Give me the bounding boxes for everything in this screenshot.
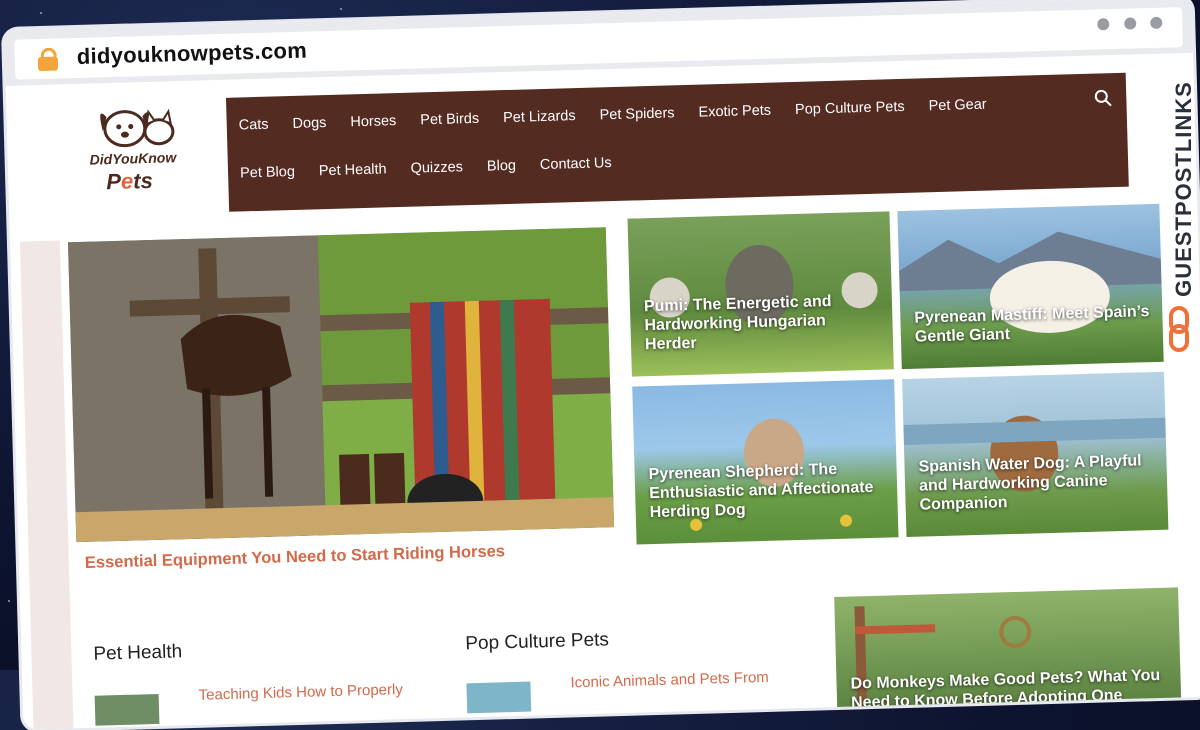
post-link[interactable]: Iconic Animals and Pets From xyxy=(570,669,769,692)
section-heading-pop-culture-pets: Pop Culture Pets xyxy=(465,629,610,655)
nav-item-pop-culture-pets[interactable]: Pop Culture Pets xyxy=(795,99,905,118)
url-text[interactable]: didyouknowpets.com xyxy=(76,38,307,70)
article-card[interactable]: Pyrenean Mastiff: Meet Spain’s Gentle Gi… xyxy=(897,203,1164,370)
pets-logo-icon xyxy=(100,108,175,148)
site-logo[interactable]: DidYouKnow Pets xyxy=(84,93,197,206)
featured-article-card[interactable]: Do Monkeys Make Good Pets? What You Need… xyxy=(834,587,1182,717)
window-dot-icon[interactable] xyxy=(1123,17,1136,30)
nav-item-pet-health[interactable]: Pet Health xyxy=(319,161,387,179)
article-card[interactable]: Pumi: The Energetic and Hardworking Hung… xyxy=(627,211,894,377)
nav-item-horses[interactable]: Horses xyxy=(350,113,396,130)
post-thumbnail[interactable] xyxy=(94,693,160,726)
nav-item-pet-birds[interactable]: Pet Birds xyxy=(420,111,479,129)
card-title[interactable]: Pumi: The Energetic and Hardworking Hung… xyxy=(644,291,881,355)
watermark: GUESTPOSTLINKS xyxy=(1164,56,1196,356)
nav-item-pet-lizards[interactable]: Pet Lizards xyxy=(503,108,576,126)
logo-letter: P xyxy=(105,168,122,195)
card-title[interactable]: Spanish Water Dog: A Playful and Hardwor… xyxy=(918,451,1155,515)
card-title[interactable]: Do Monkeys Make Good Pets? What You Need… xyxy=(850,666,1169,713)
hero-caption-link[interactable]: Essential Equipment You Need to Start Ri… xyxy=(85,542,506,573)
nav-item-pet-gear[interactable]: Pet Gear xyxy=(928,97,986,115)
nav-item-exotic-pets[interactable]: Exotic Pets xyxy=(698,103,771,121)
hero-backdrop xyxy=(19,240,75,730)
page-content: DidYouKnow Pets Cats Dogs Horses Pet Bir… xyxy=(15,53,1200,730)
article-card[interactable]: Pyrenean Shepherd: The Enthusiastic and … xyxy=(632,379,899,545)
article-card[interactable]: Spanish Water Dog: A Playful and Hardwor… xyxy=(902,371,1169,537)
hero-image[interactable] xyxy=(67,227,615,543)
nav-item-blog[interactable]: Blog xyxy=(487,158,516,175)
nav-item-pet-blog[interactable]: Pet Blog xyxy=(240,164,295,182)
watermark-text: GUESTPOSTLINKS xyxy=(1171,81,1196,297)
post-thumbnail[interactable] xyxy=(466,681,532,714)
nav-row-1: Cats Dogs Horses Pet Birds Pet Lizards P… xyxy=(239,96,1011,134)
nav-item-dogs[interactable]: Dogs xyxy=(292,115,326,132)
browser-window: didyouknowpets.com DidYouKnow Pets Cats … xyxy=(4,0,1200,730)
card-title[interactable]: Pyrenean Mastiff: Meet Spain’s Gentle Gi… xyxy=(914,302,1151,347)
horse-equipment-illustration xyxy=(67,227,615,543)
logo-wordmark: Pets xyxy=(106,168,153,195)
post-link[interactable]: Teaching Kids How to Properly xyxy=(198,681,403,704)
nav-item-pet-spiders[interactable]: Pet Spiders xyxy=(599,105,674,123)
window-dot-icon[interactable] xyxy=(1097,18,1110,31)
nav-item-quizzes[interactable]: Quizzes xyxy=(410,159,463,176)
nav-row-2: Pet Blog Pet Health Quizzes Blog Contact… xyxy=(240,154,636,181)
section-heading-pet-health: Pet Health xyxy=(93,641,183,665)
lock-icon xyxy=(37,47,60,72)
main-nav: Cats Dogs Horses Pet Birds Pet Lizards P… xyxy=(225,72,1129,212)
card-title[interactable]: Pyrenean Shepherd: The Enthusiastic and … xyxy=(648,459,885,523)
nav-item-cats[interactable]: Cats xyxy=(239,117,269,134)
logo-text: DidYouKnow xyxy=(89,149,177,168)
logo-letter: e xyxy=(120,168,134,194)
window-dot-icon[interactable] xyxy=(1150,16,1163,29)
chain-link-icon xyxy=(1169,306,1189,352)
logo-letter: ts xyxy=(132,167,154,194)
window-controls xyxy=(1087,16,1163,36)
search-icon[interactable] xyxy=(1094,89,1112,107)
nav-item-contact-us[interactable]: Contact Us xyxy=(540,155,612,173)
